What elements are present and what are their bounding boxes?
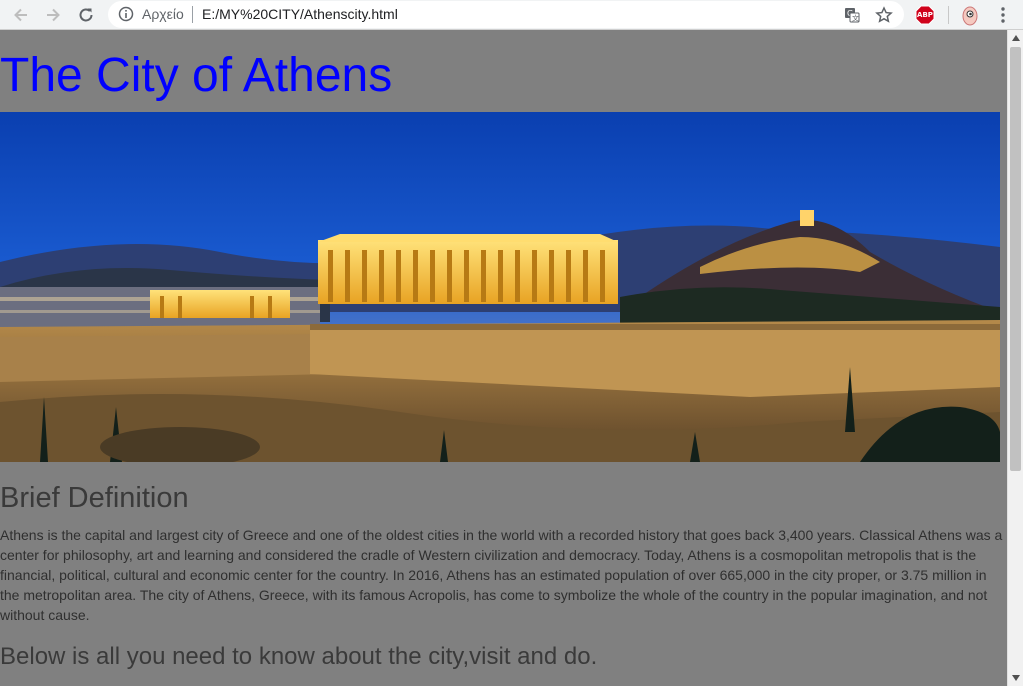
vertical-scrollbar[interactable] — [1007, 30, 1023, 686]
scrollbar-thumb[interactable] — [1010, 47, 1021, 471]
acropolis-hero-image — [0, 112, 1000, 462]
toolbar-divider — [948, 6, 949, 24]
url-text[interactable]: E:/MY%20CITY/Athenscity.html — [202, 5, 398, 23]
intro-paragraph: Athens is the capital and largest city o… — [0, 527, 1003, 623]
reload-icon[interactable] — [73, 2, 99, 28]
omnibox-separator — [192, 6, 193, 23]
svg-text:文: 文 — [852, 14, 859, 23]
info-icon[interactable] — [118, 6, 134, 22]
star-icon[interactable] — [874, 5, 894, 25]
visit-subheading: Below is all you need to know about the … — [0, 643, 598, 670]
adblock-label: ABP — [917, 11, 933, 19]
adblock-plus-icon[interactable]: ABP — [912, 2, 938, 28]
page-viewport: The City of Athens Brief Definition Athe… — [0, 30, 1007, 686]
scheme-label: Αρχείο — [142, 6, 184, 22]
scroll-down-arrow-icon[interactable] — [1008, 670, 1023, 686]
address-bar[interactable]: Αρχείο E:/MY%20CITY/Athenscity.html G文 — [108, 1, 904, 28]
back-arrow-icon[interactable] — [8, 2, 34, 28]
section-heading: Brief Definition — [0, 482, 189, 514]
browser-toolbar: Αρχείο E:/MY%20CITY/Athenscity.html G文 A… — [0, 0, 1023, 30]
scroll-up-arrow-icon[interactable] — [1008, 30, 1023, 46]
translate-icon[interactable]: G文 — [842, 5, 862, 25]
forward-arrow-icon[interactable] — [40, 2, 66, 28]
page-title: The City of Athens — [0, 49, 393, 102]
profile-avatar-icon[interactable] — [957, 2, 983, 28]
more-menu-icon[interactable] — [990, 2, 1016, 28]
